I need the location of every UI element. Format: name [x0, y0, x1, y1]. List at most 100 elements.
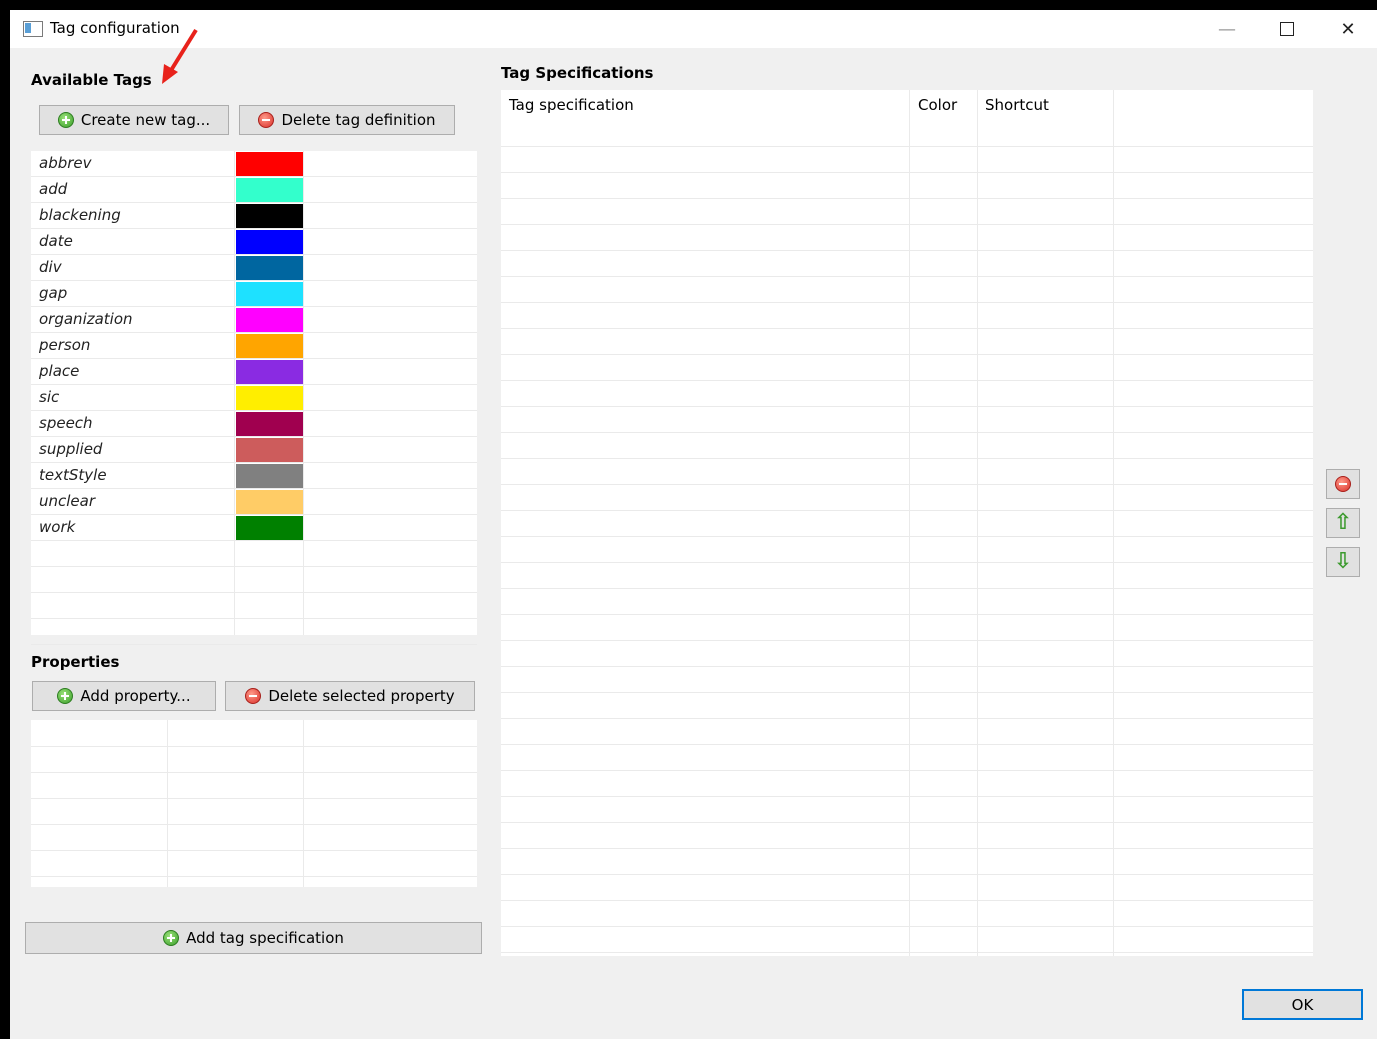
tag-row[interactable]: div [31, 255, 477, 281]
remove-specification-button[interactable] [1326, 469, 1360, 499]
minus-circle-icon [1335, 476, 1351, 492]
tag-name: textStyle [39, 466, 107, 484]
tag-specifications-table[interactable]: Tag specification Color Shortcut [501, 90, 1313, 956]
available-tags-list[interactable]: abbrev add blackening date div gap organizatio… [31, 151, 477, 645]
column-header-color[interactable]: Color [918, 96, 957, 114]
tag-name: person [39, 336, 91, 354]
add-tag-specification-button[interactable]: Add tag specification [25, 922, 482, 954]
tag-color-swatch[interactable] [236, 412, 303, 436]
plus-circle-icon [57, 112, 74, 128]
tag-row[interactable]: date [31, 229, 477, 255]
add-tag-specification-label: Add tag specification [186, 929, 344, 947]
tag-name: sic [39, 388, 60, 406]
empty-row-line [501, 770, 1313, 771]
empty-row-line [501, 146, 1313, 147]
empty-row-line [31, 798, 477, 799]
tag-row[interactable]: add [31, 177, 477, 203]
empty-row-line [501, 640, 1313, 641]
tag-color-swatch[interactable] [236, 438, 303, 462]
empty-row-line [31, 644, 477, 645]
tag-name: work [39, 518, 76, 536]
empty-row-line [501, 666, 1313, 667]
create-new-tag-button[interactable]: Create new tag... [39, 105, 229, 135]
empty-row-line [501, 458, 1313, 459]
column-header-shortcut[interactable]: Shortcut [985, 96, 1049, 114]
tag-row[interactable]: supplied [31, 437, 477, 463]
tag-row[interactable]: work [31, 515, 477, 541]
tag-name: abbrev [39, 154, 92, 172]
empty-row-line [501, 406, 1313, 407]
tag-name: blackening [39, 206, 121, 224]
empty-row-line [31, 592, 477, 593]
tag-row[interactable]: speech [31, 411, 477, 437]
tag-name: organization [39, 310, 133, 328]
arrow-up-icon: ⇧ [1333, 510, 1353, 535]
empty-row-line [501, 302, 1313, 303]
tag-color-swatch[interactable] [236, 152, 303, 176]
tag-row[interactable]: abbrev [31, 151, 477, 177]
empty-row-line [501, 432, 1313, 433]
tag-color-swatch[interactable] [236, 308, 303, 332]
tag-color-swatch[interactable] [236, 282, 303, 306]
empty-row-line [31, 772, 477, 773]
close-button[interactable]: ✕ [1319, 10, 1377, 48]
tag-row[interactable]: textStyle [31, 463, 477, 489]
empty-row-line [501, 510, 1313, 511]
annotation-arrow-icon [162, 28, 198, 84]
empty-row-line [501, 198, 1313, 199]
empty-row-line [501, 848, 1313, 849]
ok-label: OK [1291, 995, 1314, 1014]
empty-row-line [501, 588, 1313, 589]
empty-row-line [31, 618, 477, 619]
tag-name: add [39, 180, 68, 198]
tag-color-swatch[interactable] [236, 516, 303, 540]
tag-color-swatch[interactable] [236, 334, 303, 358]
properties-table[interactable] [31, 720, 477, 887]
arrow-down-icon: ⇩ [1333, 549, 1353, 574]
minimize-button[interactable]: — [1198, 10, 1256, 48]
tag-row[interactable]: organization [31, 307, 477, 333]
create-new-tag-label: Create new tag... [80, 111, 211, 129]
properties-heading: Properties [31, 653, 120, 671]
add-property-button[interactable]: Add property... [32, 681, 216, 711]
empty-row-line [501, 614, 1313, 615]
tag-row[interactable]: person [31, 333, 477, 359]
tag-row[interactable]: sic [31, 385, 477, 411]
title-bar: Tag configuration — ✕ [10, 10, 1377, 48]
tag-name: place [39, 362, 80, 380]
ok-button[interactable]: OK [1242, 989, 1363, 1020]
tag-color-swatch[interactable] [236, 178, 303, 202]
tag-color-swatch[interactable] [236, 256, 303, 280]
tag-color-swatch[interactable] [236, 464, 303, 488]
tag-name: date [39, 232, 73, 250]
move-up-button[interactable]: ⇧ [1326, 508, 1360, 538]
tag-name: speech [39, 414, 93, 432]
empty-row-line [31, 850, 477, 851]
column-header-tag-specification[interactable]: Tag specification [509, 96, 634, 114]
empty-row-line [501, 354, 1313, 355]
empty-row-line [501, 276, 1313, 277]
tag-row[interactable]: unclear [31, 489, 477, 515]
maximize-button[interactable] [1258, 10, 1316, 48]
move-down-button[interactable]: ⇩ [1326, 547, 1360, 577]
tag-color-swatch[interactable] [236, 230, 303, 254]
column-divider [977, 90, 978, 956]
tag-color-swatch[interactable] [236, 386, 303, 410]
tag-color-swatch[interactable] [236, 204, 303, 228]
tag-row[interactable]: gap [31, 281, 477, 307]
tag-row[interactable]: blackening [31, 203, 477, 229]
tag-color-swatch[interactable] [236, 360, 303, 384]
delete-selected-property-button[interactable]: Delete selected property [225, 681, 475, 711]
minus-circle-icon [258, 112, 275, 128]
tag-color-swatch[interactable] [236, 490, 303, 514]
tag-configuration-window: Tag configuration — ✕ Available Tags Cre… [10, 10, 1377, 1039]
tag-name: unclear [39, 492, 96, 510]
tag-name: supplied [39, 440, 103, 458]
tag-specifications-heading: Tag Specifications [501, 64, 654, 82]
empty-row-line [501, 536, 1313, 537]
empty-row-line [501, 926, 1313, 927]
delete-tag-definition-button[interactable]: Delete tag definition [239, 105, 455, 135]
empty-row-line [501, 952, 1313, 953]
tag-row[interactable]: place [31, 359, 477, 385]
plus-circle-icon [163, 930, 180, 946]
